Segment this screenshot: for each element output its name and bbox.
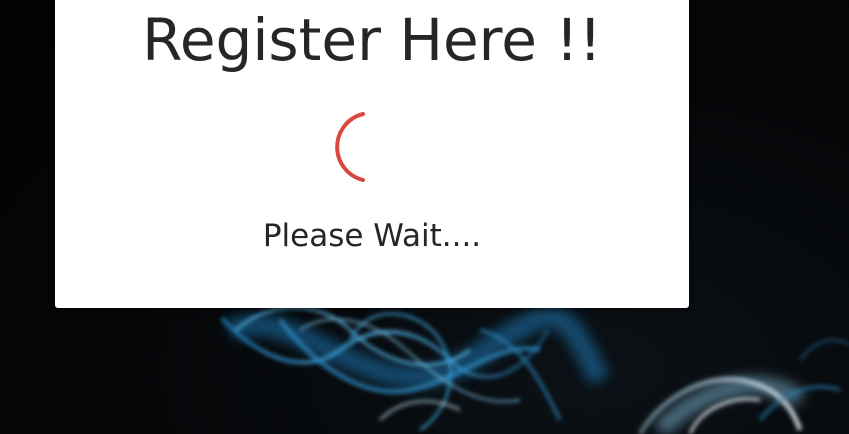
- loading-spinner-icon: [335, 112, 365, 182]
- dialog-title: Register Here !!: [142, 6, 602, 74]
- register-dialog: Register Here !! Please Wait....: [55, 0, 689, 308]
- loading-status-text: Please Wait....: [262, 218, 482, 254]
